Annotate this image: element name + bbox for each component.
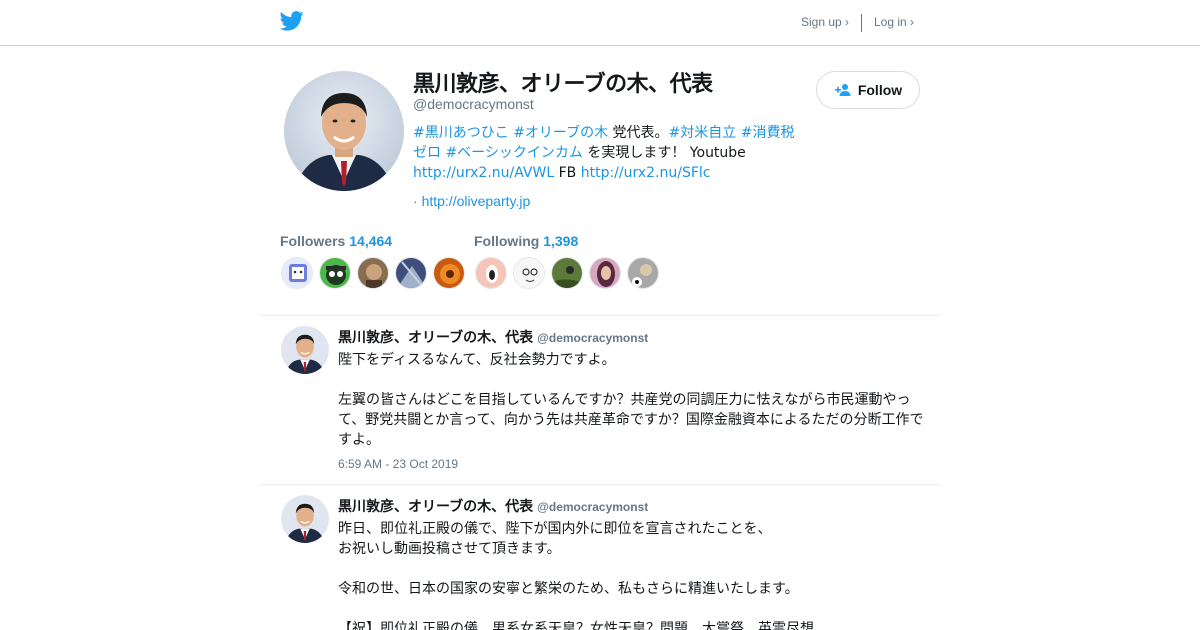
top-bar: Sign up › Log in › bbox=[0, 0, 1200, 46]
bio-text: を実現します！ Youtube bbox=[582, 145, 746, 161]
hashtag-link[interactable]: #対米自立 bbox=[669, 125, 737, 141]
following-avatar[interactable] bbox=[475, 257, 507, 289]
follow-label: Follow bbox=[857, 82, 903, 98]
signup-link[interactable]: Sign up › bbox=[801, 15, 849, 29]
tweet-text: 陛下をディスるなんて、反社会勢力ですよ。 左翼の皆さんはどこを目指しているんです… bbox=[338, 352, 924, 448]
following-label: Following bbox=[474, 233, 540, 249]
following-avatar[interactable] bbox=[513, 257, 545, 289]
tweet-timestamp[interactable]: 6:59 AM - 23 Oct 2019 bbox=[338, 457, 458, 471]
bio-text: 党代表。 bbox=[608, 125, 669, 141]
profile-handle: @democracymonst bbox=[413, 96, 534, 112]
follower-avatar[interactable] bbox=[281, 257, 313, 289]
hashtag-link[interactable]: #オリーブの木 bbox=[513, 125, 608, 141]
tweet-divider bbox=[260, 484, 940, 485]
profile-website: · http://oliveparty.jp bbox=[413, 193, 530, 209]
tweet-avatar-photo bbox=[281, 326, 329, 374]
section-divider bbox=[260, 315, 940, 316]
following-avatar[interactable] bbox=[627, 257, 659, 289]
tweet-author-handle: @democracymonst bbox=[537, 331, 649, 345]
profile-avatar[interactable] bbox=[284, 71, 404, 191]
follow-button[interactable]: Follow bbox=[816, 71, 920, 109]
youtube-link[interactable]: http://urx2.nu/AVWL bbox=[413, 165, 554, 181]
header-separator bbox=[861, 14, 862, 32]
profile-photo bbox=[284, 71, 404, 191]
followers-label: Followers bbox=[280, 233, 346, 249]
following-stat[interactable]: Following 1,398 bbox=[474, 233, 578, 249]
tweet-author-name: 黒川敦彦、オリーブの木、代表 bbox=[338, 330, 534, 346]
tweet-avatar-photo bbox=[281, 495, 329, 543]
website-prefix: · bbox=[413, 193, 422, 209]
follower-avatar[interactable] bbox=[319, 257, 351, 289]
tweet-avatar[interactable] bbox=[281, 495, 329, 543]
tweet-avatar[interactable] bbox=[281, 326, 329, 374]
follower-avatar[interactable] bbox=[395, 257, 427, 289]
website-link[interactable]: http://oliveparty.jp bbox=[422, 193, 531, 209]
followers-count: 14,464 bbox=[349, 233, 393, 249]
tweet-author-name: 黒川敦彦、オリーブの木、代表 bbox=[338, 499, 534, 515]
follower-avatar[interactable] bbox=[433, 257, 465, 289]
following-avatar[interactable] bbox=[551, 257, 583, 289]
hashtag-link[interactable]: #黒川あつひこ bbox=[413, 125, 509, 141]
add-person-icon bbox=[834, 84, 851, 96]
following-avatar[interactable] bbox=[589, 257, 621, 289]
profile-bio: #黒川あつひこ #オリーブの木 党代表。#対米自立 #消費税ゼロ #ベーシックイ… bbox=[413, 123, 803, 183]
tweet-text: 昨日、即位礼正殿の儀で、陛下が国内外に即位を宣言されたことを、 お祝いし動画投稿… bbox=[338, 521, 814, 630]
bio-text: FB bbox=[554, 165, 581, 181]
profile-name: 黒川敦彦、オリーブの木、代表 bbox=[413, 72, 713, 97]
following-count: 1,398 bbox=[543, 233, 579, 249]
followers-stat[interactable]: Followers 14,464 bbox=[280, 233, 392, 249]
hashtag-link[interactable]: #ベーシックインカム bbox=[445, 145, 582, 161]
tweet-author[interactable]: 黒川敦彦、オリーブの木、代表 @democracymonst bbox=[338, 327, 648, 347]
tweet-author-handle: @democracymonst bbox=[537, 500, 649, 514]
login-link[interactable]: Log in › bbox=[874, 15, 914, 29]
follower-avatar[interactable] bbox=[357, 257, 389, 289]
tweet-author[interactable]: 黒川敦彦、オリーブの木、代表 @democracymonst bbox=[338, 496, 648, 516]
facebook-link[interactable]: http://urx2.nu/SFlc bbox=[581, 165, 711, 181]
twitter-bird-icon[interactable] bbox=[280, 11, 304, 31]
